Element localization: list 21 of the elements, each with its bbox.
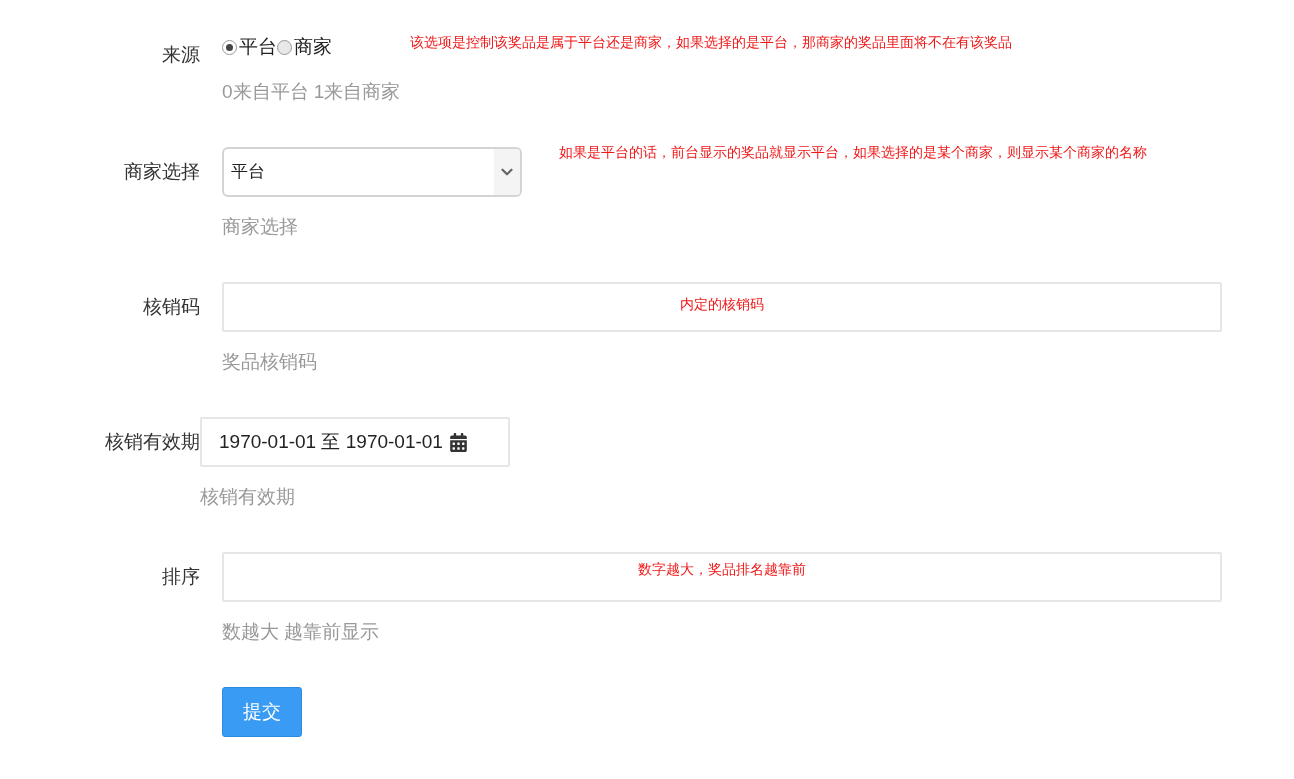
- help-text: 奖品核销码: [222, 350, 318, 374]
- help-text: 0来自平台 1来自商家: [222, 80, 402, 104]
- annotation-note: 内定的核销码: [680, 296, 764, 314]
- annotation-note: 如果是平台的话，前台显示的奖品就显示平台，如果选择的是某个商家，则显示某个商家的名称: [559, 144, 1147, 162]
- help-text: 数越大 越靠前显示: [222, 620, 381, 644]
- merchant-select[interactable]: 平台: [222, 147, 522, 197]
- field-label: 排序: [161, 565, 200, 589]
- field-label: 核销码: [142, 295, 200, 319]
- help-text: 核销有效期: [200, 485, 296, 509]
- radio-option[interactable]: 商家: [277, 34, 332, 60]
- field-label: 核销有效期: [104, 430, 200, 454]
- field-label: 来源: [161, 43, 200, 67]
- radio-option[interactable]: 平台: [222, 34, 277, 60]
- input-field[interactable]: [222, 552, 1222, 602]
- input-field[interactable]: [222, 282, 1222, 332]
- annotation-note: 该选项是控制该奖品是属于平台还是商家，如果选择的是平台，那商家的奖品里面将不在有该奖品: [410, 34, 1012, 52]
- field-label: 商家选择: [123, 160, 200, 184]
- calendar-icon: [448, 432, 468, 452]
- annotation-note: 数字越大，奖品排名越靠前: [638, 561, 806, 579]
- date-range-field[interactable]: 1970-01-01 至 1970-01-01: [200, 417, 510, 467]
- help-text: 商家选择: [222, 215, 299, 239]
